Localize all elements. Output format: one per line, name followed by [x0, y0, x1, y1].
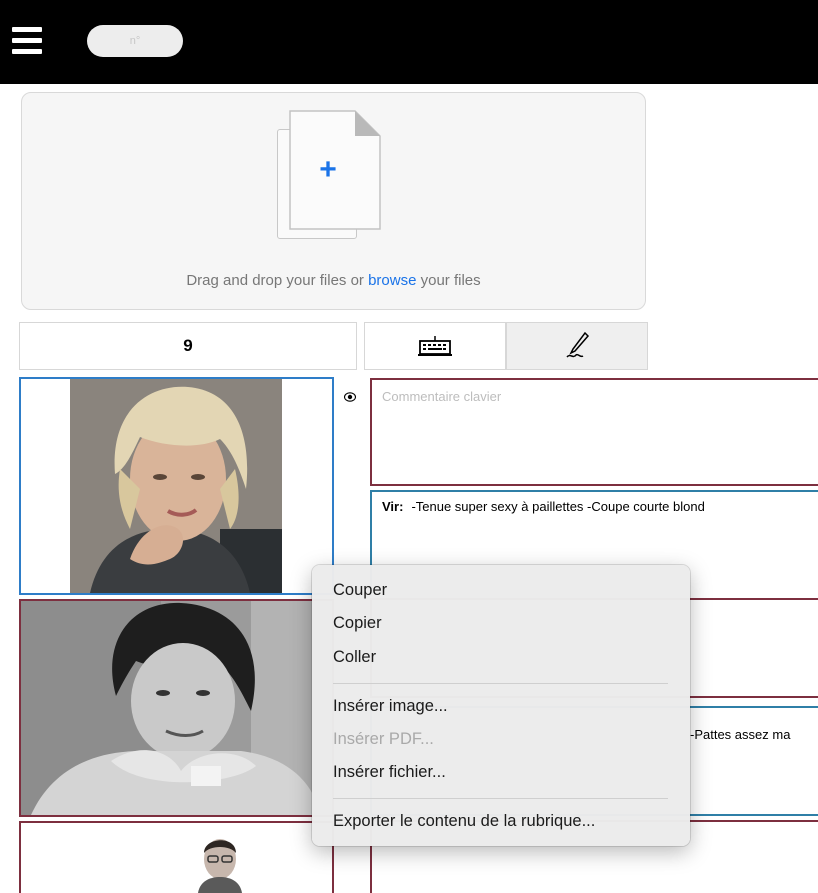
- handwriting-tab[interactable]: [506, 322, 648, 370]
- keyboard-icon: [418, 336, 452, 356]
- dropzone-instructions: Drag and drop your files or browse your …: [21, 272, 646, 289]
- number-field[interactable]: n°: [87, 25, 183, 57]
- portrait-photo-2: [21, 601, 332, 815]
- add-document-icon: +: [289, 110, 381, 230]
- record-count-value: 9: [183, 336, 193, 355]
- comment-placeholder: Commentaire clavier: [382, 389, 502, 404]
- portrait-photo-1: [70, 379, 282, 593]
- eye-icon[interactable]: [344, 392, 356, 402]
- context-menu: Couper Copier Coller Insérer image... In…: [312, 565, 690, 846]
- pen-icon: [566, 331, 590, 358]
- keyboard-tab[interactable]: [364, 322, 506, 370]
- menu-item-insert-file[interactable]: Insérer fichier...: [333, 763, 446, 782]
- menu-item-export-content[interactable]: Exporter le contenu de la rubrique...: [333, 812, 595, 831]
- vir-label: Vir:: [382, 499, 404, 514]
- dropzone-text-after: your files: [416, 272, 481, 289]
- number-placeholder: n°: [129, 35, 141, 47]
- plus-icon: +: [319, 153, 337, 186]
- menu-item-paste[interactable]: Coller: [333, 648, 376, 667]
- menu-separator: [333, 798, 668, 799]
- top-bar: n°: [0, 0, 818, 84]
- vir-snippet-2: -Pattes assez ma: [690, 727, 791, 742]
- photo-thumbnail-3[interactable]: [19, 821, 334, 893]
- vir-value: -Tenue super sexy à paillettes -Coupe co…: [411, 499, 705, 514]
- menu-item-insert-image[interactable]: Insérer image...: [333, 697, 448, 716]
- menu-item-insert-pdf: Insérer PDF...: [333, 730, 434, 748]
- menu-icon[interactable]: [12, 27, 42, 55]
- vir-content: Vir: -Tenue super sexy à paillettes -Coup…: [382, 499, 705, 514]
- browse-link[interactable]: browse: [368, 272, 416, 289]
- menu-item-copy[interactable]: Copier: [333, 614, 382, 633]
- record-count: 9: [19, 322, 357, 370]
- menu-separator: [333, 683, 668, 684]
- portrait-photo-3: [198, 839, 242, 893]
- dropzone-text-before: Drag and drop your files or: [186, 272, 369, 289]
- menu-item-cut[interactable]: Couper: [333, 581, 387, 600]
